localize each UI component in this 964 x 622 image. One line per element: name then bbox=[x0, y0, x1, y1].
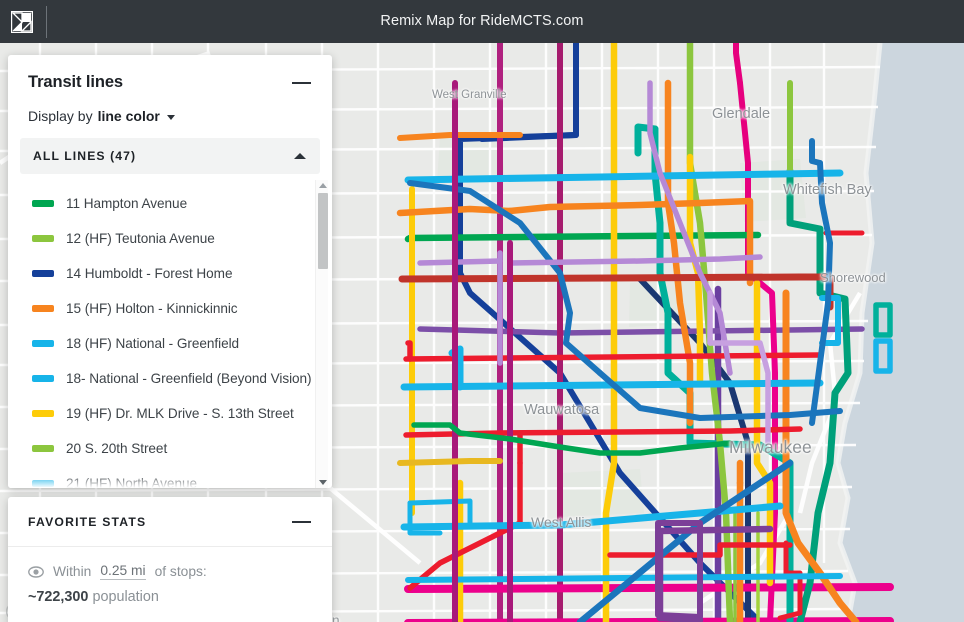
transit-lines-panel: Transit lines Display by line color ALL … bbox=[8, 55, 332, 488]
transit-line-label: 20 S. 20th Street bbox=[66, 441, 167, 456]
transit-line-label: 14 Humboldt - Forest Home bbox=[66, 266, 232, 281]
distance-value[interactable]: 0.25 mi bbox=[100, 563, 145, 580]
transit-lines-scroll-region[interactable]: 11 Hampton Avenue 12 (HF) Teutonia Avenue… bbox=[8, 180, 332, 488]
transit-line-label: 15 (HF) Holton - Kinnickinnic bbox=[66, 301, 238, 316]
transit-lines-scrollbar[interactable] bbox=[315, 180, 328, 488]
remix-logo-button[interactable] bbox=[0, 0, 44, 43]
favorite-stats-title: FAVORITE STATS bbox=[28, 515, 146, 529]
transit-line-item[interactable]: 21 (HF) North Avenue bbox=[8, 466, 318, 488]
chevron-down-icon[interactable] bbox=[167, 115, 175, 120]
line-color-swatch bbox=[32, 200, 54, 207]
transit-line-label: 19 (HF) Dr. MLK Drive - S. 13th Street bbox=[66, 406, 294, 421]
minimize-icon[interactable] bbox=[292, 513, 312, 531]
transit-lines-title: Transit lines bbox=[28, 73, 123, 92]
favorite-stats-header: FAVORITE STATS bbox=[8, 497, 332, 547]
within-prefix-label: Within bbox=[53, 564, 91, 579]
toolbar-divider bbox=[46, 6, 47, 38]
line-color-swatch bbox=[32, 445, 54, 452]
all-lines-label: ALL LINES (47) bbox=[33, 149, 136, 163]
line-color-swatch bbox=[32, 410, 54, 417]
transit-line-item[interactable]: 18- National - Greenfield (Beyond Vision… bbox=[8, 361, 318, 396]
transit-lines-list: 11 Hampton Avenue 12 (HF) Teutonia Avenue… bbox=[8, 180, 318, 488]
transit-lines-header: Transit lines bbox=[8, 55, 332, 92]
line-color-swatch bbox=[32, 340, 54, 347]
display-by-label: Display by bbox=[28, 108, 93, 124]
display-by-control[interactable]: Display by line color bbox=[8, 92, 332, 138]
minimize-icon[interactable] bbox=[292, 74, 312, 92]
scroll-up-arrow-icon[interactable] bbox=[319, 183, 327, 188]
transit-line-item[interactable]: 12 (HF) Teutonia Avenue bbox=[8, 221, 318, 256]
population-label: population bbox=[92, 589, 158, 605]
line-color-swatch bbox=[32, 375, 54, 382]
line-color-swatch bbox=[32, 235, 54, 242]
population-row: ~722,300 population bbox=[28, 589, 312, 605]
transit-line-item[interactable]: 18 (HF) National - Greenfield bbox=[8, 326, 318, 361]
transit-line-label: 21 (HF) North Avenue bbox=[66, 476, 197, 488]
favorite-stats-panel: FAVORITE STATS Within 0.25 mi of stops: … bbox=[8, 497, 332, 622]
line-color-swatch bbox=[32, 305, 54, 312]
favorite-stats-body: Within 0.25 mi of stops: ~722,300 popula… bbox=[8, 547, 332, 622]
transit-line-item[interactable]: 14 Humboldt - Forest Home bbox=[8, 256, 318, 291]
line-color-swatch bbox=[32, 270, 54, 277]
chevron-up-icon[interactable] bbox=[294, 153, 306, 159]
transit-line-item[interactable]: 11 Hampton Avenue bbox=[8, 186, 318, 221]
transit-line-label: 12 (HF) Teutonia Avenue bbox=[66, 231, 215, 246]
left-panel-stack: Transit lines Display by line color ALL … bbox=[8, 55, 332, 622]
eye-icon bbox=[28, 566, 44, 578]
display-by-value[interactable]: line color bbox=[98, 108, 160, 124]
page-title: Remix Map for RideMCTS.com bbox=[0, 0, 964, 43]
all-lines-group-header[interactable]: ALL LINES (47) bbox=[20, 138, 320, 174]
remix-logo-icon bbox=[11, 11, 33, 33]
transit-line-label: 18- National - Greenfield (Beyond Vision… bbox=[66, 371, 312, 386]
app-root: Remix Map for RideMCTS.com bbox=[0, 0, 964, 622]
line-color-swatch bbox=[32, 480, 54, 487]
transit-line-item[interactable]: 20 S. 20th Street bbox=[8, 431, 318, 466]
population-value: ~722,300 bbox=[28, 589, 88, 605]
within-distance-row: Within 0.25 mi of stops: bbox=[28, 563, 312, 580]
within-suffix-label: of stops: bbox=[155, 564, 207, 579]
transit-line-item[interactable]: 15 (HF) Holton - Kinnickinnic bbox=[8, 291, 318, 326]
scroll-thumb[interactable] bbox=[318, 193, 328, 269]
scroll-down-arrow-icon[interactable] bbox=[319, 480, 327, 485]
transit-line-label: 11 Hampton Avenue bbox=[66, 196, 187, 211]
transit-line-item[interactable]: 19 (HF) Dr. MLK Drive - S. 13th Street bbox=[8, 396, 318, 431]
transit-line-label: 18 (HF) National - Greenfield bbox=[66, 336, 239, 351]
top-bar: Remix Map for RideMCTS.com bbox=[0, 0, 964, 43]
